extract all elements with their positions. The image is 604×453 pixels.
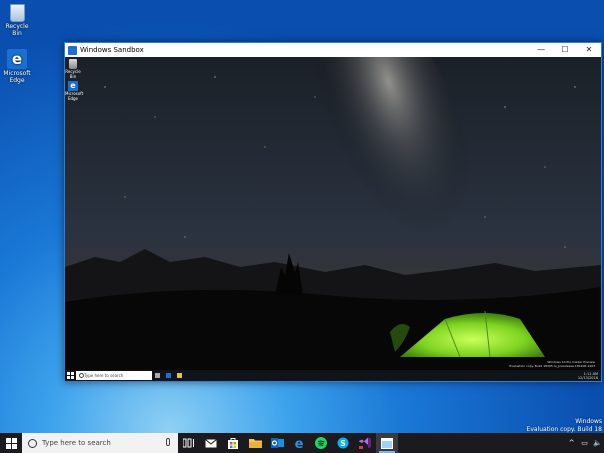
taskbar-outlook[interactable]: [266, 433, 288, 453]
task-view-icon: [183, 438, 194, 448]
inner-explorer-pin[interactable]: [174, 370, 185, 381]
sandbox-window[interactable]: Windows Sandbox — ☐ ✕ Recycle Bin e Micr…: [64, 42, 602, 382]
mail-icon: [205, 438, 217, 447]
sandbox-screen[interactable]: Recycle Bin e Microsoft Edge Windows 10 …: [65, 57, 601, 381]
chevron-up-icon: ^: [568, 439, 575, 447]
taskbar-skype[interactable]: S: [332, 433, 354, 453]
store-icon: [228, 438, 238, 449]
network-button[interactable]: ▭: [578, 439, 591, 447]
inner-edge-pin[interactable]: [163, 370, 174, 381]
inner-search-box[interactable]: Type here to search: [76, 371, 152, 380]
sandbox-titlebar[interactable]: Windows Sandbox — ☐ ✕: [65, 43, 601, 57]
microphone-icon[interactable]: [166, 438, 170, 446]
inner-watermark: Windows 10 Pro Insider Preview Evaluatio…: [509, 360, 595, 368]
sandbox-icon: [381, 437, 393, 449]
desktop-icon-label: Recycle Bin: [5, 23, 29, 37]
folder-icon: [248, 439, 262, 448]
folder-icon: [177, 373, 182, 378]
cortana-icon: [28, 438, 37, 448]
show-hidden-icons-button[interactable]: ^: [565, 439, 578, 447]
visual-studio-icon: [359, 437, 371, 449]
taskbar-store[interactable]: [222, 433, 244, 453]
taskbar-mail[interactable]: [200, 433, 222, 453]
inner-start-button[interactable]: [65, 370, 76, 381]
inner-icon-label: Microsoft Edge: [65, 91, 84, 101]
start-button[interactable]: [0, 433, 22, 453]
desktop-icon-recycle-bin[interactable]: Recycle Bin: [0, 4, 34, 37]
edge-icon: e: [68, 81, 78, 91]
inner-date: 12/13/2018: [577, 375, 598, 380]
close-button[interactable]: ✕: [577, 43, 601, 57]
recycle-bin-icon: [9, 4, 25, 22]
svg-text:S: S: [340, 439, 346, 448]
task-view-icon: [155, 373, 160, 378]
night-sky-wallpaper: [65, 57, 601, 381]
sandbox-icon: [68, 45, 77, 55]
windows-logo-icon: [5, 437, 17, 449]
svg-text:e: e: [295, 437, 304, 449]
spotify-icon: [315, 437, 327, 449]
inner-edge[interactable]: e Microsoft Edge: [65, 81, 84, 101]
edge-icon: e: [295, 437, 304, 449]
taskbar: Type here to search e S ^ ▭ 🔈: [0, 433, 604, 453]
taskbar-spotify[interactable]: [310, 433, 332, 453]
taskbar-task-view[interactable]: [178, 433, 200, 453]
desktop-icon-edge[interactable]: e Microsoft Edge: [0, 49, 34, 84]
taskbar-file-explorer[interactable]: [244, 433, 266, 453]
inner-recycle-bin[interactable]: Recycle Bin: [65, 59, 81, 79]
inner-clock[interactable]: 1:11 AM 12/13/2018: [578, 372, 601, 380]
desktop-watermark-line1: Windows: [575, 418, 602, 425]
desktop-icon-label: Microsoft Edge: [3, 70, 31, 84]
taskbar-edge[interactable]: e: [288, 433, 310, 453]
search-placeholder: Type here to search: [42, 439, 111, 447]
outlook-icon: [270, 438, 284, 448]
volume-button[interactable]: 🔈: [591, 439, 604, 447]
volume-icon: 🔈: [593, 439, 602, 447]
desktop-watermark: Windows Evaluation copy. Build 18: [527, 418, 602, 434]
inner-watermark-line2: Evaluation copy. Build 18305.rs_prerelea…: [509, 364, 595, 368]
inner-taskbar: Type here to search 1:11 AM 12/13/2018: [65, 370, 601, 381]
taskbar-visual-studio[interactable]: [354, 433, 376, 453]
minimize-button[interactable]: —: [529, 43, 553, 57]
maximize-button[interactable]: ☐: [553, 43, 577, 57]
recycle-bin-icon: [69, 59, 77, 69]
windows-logo-icon: [67, 372, 74, 379]
inner-task-view[interactable]: [152, 370, 163, 381]
inner-icon-label: Recycle Bin: [65, 69, 81, 79]
search-box[interactable]: Type here to search: [22, 433, 178, 453]
taskbar-windows-sandbox[interactable]: [376, 433, 398, 453]
window-title: Windows Sandbox: [80, 46, 144, 54]
skype-icon: S: [337, 437, 349, 449]
edge-icon: e: [7, 49, 27, 69]
network-icon: ▭: [581, 439, 588, 447]
edge-icon: [166, 373, 171, 378]
system-tray: ^ ▭ 🔈: [565, 433, 604, 453]
